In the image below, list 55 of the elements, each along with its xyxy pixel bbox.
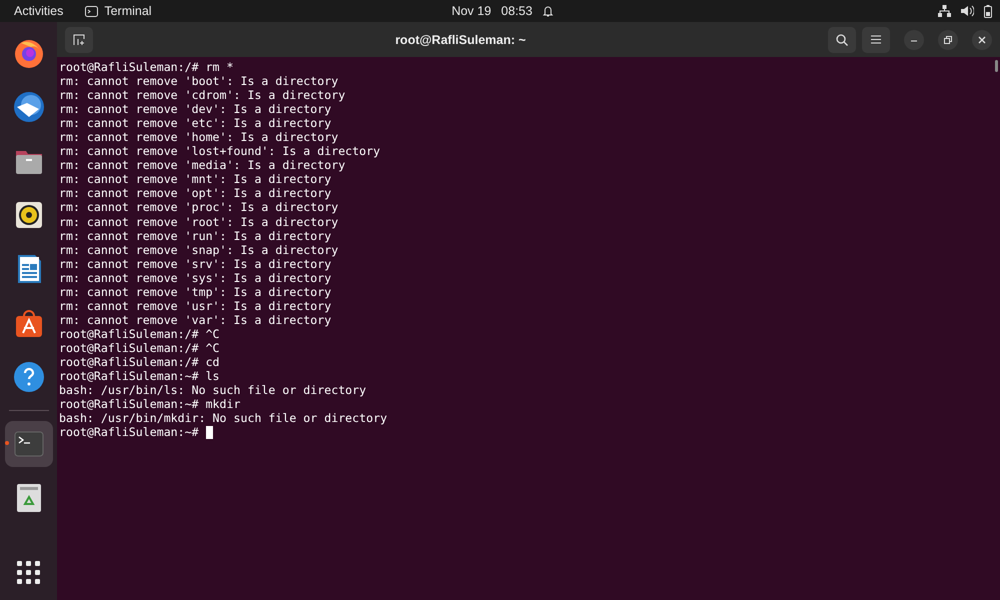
terminal-line: root@RafliSuleman:~# ls bbox=[59, 369, 220, 384]
terminal-line: rm: cannot remove 'media': Is a directory bbox=[59, 158, 346, 172]
network-icon bbox=[938, 5, 952, 17]
app-menu-label[interactable]: Terminal bbox=[104, 4, 152, 18]
terminal-line: root@RafliSuleman:/# ^C bbox=[59, 326, 220, 341]
terminal-line: root@RafliSuleman:~# mkdir bbox=[59, 397, 240, 412]
terminal-line: rm: cannot remove 'root': Is a directory bbox=[59, 214, 338, 229]
mail-client-icon[interactable] bbox=[12, 91, 44, 123]
menu-icon bbox=[871, 35, 881, 44]
battery-icon bbox=[984, 4, 992, 18]
terminal-line: root@RafliSuleman:/# rm * bbox=[59, 60, 234, 74]
app-grid-icon[interactable] bbox=[17, 561, 40, 584]
terminal-line: rm: cannot remove 'sys': Is a directory bbox=[59, 270, 332, 285]
text-cursor bbox=[206, 426, 213, 439]
terminal-line: rm: cannot remove 'boot': Is a directory bbox=[59, 74, 338, 88]
terminal-line: rm: cannot remove 'usr': Is a directory bbox=[59, 298, 332, 313]
terminal-line: rm: cannot remove 'tmp': Is a directory bbox=[59, 284, 332, 299]
terminal-line: root@RafliSuleman:/# ^C bbox=[59, 340, 220, 355]
close-button[interactable] bbox=[972, 30, 992, 50]
dock-item-highlight[interactable] bbox=[4, 421, 52, 467]
terminal-line: rm: cannot remove 'run': Is a directory bbox=[59, 228, 332, 243]
search-icon bbox=[836, 34, 848, 46]
date-label[interactable]: Nov 19 bbox=[452, 4, 492, 18]
terminal-line: bash: /usr/bin/ls: No such file or directory bbox=[59, 383, 366, 398]
terminal-line: rm: cannot remove 'var': Is a directory bbox=[59, 312, 332, 327]
running-indicator bbox=[4, 441, 8, 445]
terminal-line: rm: cannot remove 'proc': Is a directory bbox=[59, 200, 338, 215]
restore-button[interactable] bbox=[938, 30, 958, 50]
volume-icon bbox=[961, 5, 974, 17]
terminal-line: rm: cannot remove 'home': Is a directory bbox=[59, 130, 338, 144]
close-icon bbox=[978, 36, 986, 44]
terminal-line: rm: cannot remove 'srv': Is a directory bbox=[59, 256, 332, 271]
alarm-bell-icon bbox=[542, 5, 554, 17]
help-icon[interactable] bbox=[12, 361, 44, 393]
browser-icon[interactable] bbox=[12, 37, 44, 69]
new-tab-icon bbox=[73, 34, 85, 46]
terminal-line: rm: cannot remove 'dev': Is a directory bbox=[59, 102, 332, 116]
terminal-line: rm: cannot remove 'snap': Is a directory bbox=[59, 242, 338, 257]
activities-button[interactable]: Activities bbox=[14, 4, 64, 18]
terminal-prompt: root@RafliSuleman:~# bbox=[59, 425, 199, 440]
clock-label[interactable]: 08:53 bbox=[501, 4, 532, 18]
new-tab-button[interactable] bbox=[65, 26, 93, 52]
terminal-line: rm: cannot remove 'cdrom': Is a directory bbox=[59, 88, 346, 102]
restore-icon bbox=[944, 36, 952, 44]
search-button[interactable] bbox=[828, 26, 856, 52]
terminal-line: bash: /usr/bin/mkdir: No such file or directory bbox=[59, 411, 388, 426]
terminal-line: root@RafliSuleman:/# cd bbox=[59, 354, 220, 370]
window-title: root@RafliSuleman: ~ bbox=[394, 32, 527, 46]
terminal-line: rm: cannot remove 'mnt': Is a directory bbox=[59, 172, 332, 186]
terminal-line: rm: cannot remove 'opt': Is a directory bbox=[59, 186, 332, 200]
terminal-line: rm: cannot remove 'lost+found': Is a directory bbox=[59, 144, 380, 158]
terminal-icon bbox=[85, 6, 98, 16]
terminal-line: rm: cannot remove 'etc': Is a directory bbox=[59, 116, 332, 130]
scrollbar-thumb[interactable] bbox=[995, 60, 998, 72]
menu-button[interactable] bbox=[862, 26, 890, 52]
